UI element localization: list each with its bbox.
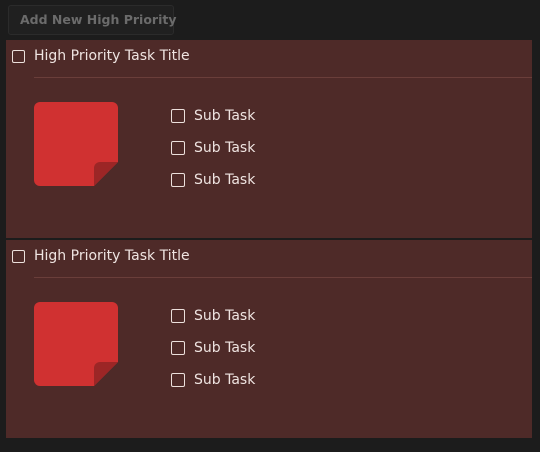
subtask-item: Sub Task bbox=[171, 172, 255, 188]
subtask-item: Sub Task bbox=[171, 372, 255, 388]
divider bbox=[34, 277, 532, 278]
subtask-label: Sub Task bbox=[194, 108, 256, 124]
task-checkbox[interactable] bbox=[12, 49, 25, 63]
subtask-label: Sub Task bbox=[194, 140, 256, 156]
task-title: High Priority Task Title bbox=[34, 248, 190, 264]
task-header: High Priority Task Title bbox=[12, 247, 190, 265]
sticky-note-icon bbox=[34, 102, 118, 186]
subtask-list: Sub Task Sub Task Sub Task bbox=[171, 108, 255, 204]
task-title: High Priority Task Title bbox=[34, 48, 190, 64]
subtask-label: Sub Task bbox=[194, 172, 256, 188]
subtask-checkbox[interactable] bbox=[171, 173, 185, 187]
subtask-item: Sub Task bbox=[171, 140, 255, 156]
subtask-checkbox[interactable] bbox=[171, 109, 185, 123]
task-card: High Priority Task Title Sub Task Sub Ta… bbox=[6, 238, 532, 438]
task-list: High Priority Task Title Sub Task Sub Ta… bbox=[6, 40, 532, 438]
subtask-item: Sub Task bbox=[171, 340, 255, 356]
subtask-checkbox[interactable] bbox=[171, 141, 185, 155]
divider bbox=[34, 77, 532, 78]
subtask-item: Sub Task bbox=[171, 108, 255, 124]
task-checkbox[interactable] bbox=[12, 249, 25, 263]
task-header: High Priority Task Title bbox=[12, 47, 190, 65]
subtask-label: Sub Task bbox=[194, 372, 256, 388]
subtask-label: Sub Task bbox=[194, 308, 256, 324]
subtask-checkbox[interactable] bbox=[171, 373, 185, 387]
task-card: High Priority Task Title Sub Task Sub Ta… bbox=[6, 40, 532, 238]
subtask-label: Sub Task bbox=[194, 340, 256, 356]
add-high-priority-button[interactable]: Add New High Priority bbox=[8, 5, 176, 35]
subtask-checkbox[interactable] bbox=[171, 341, 185, 355]
subtask-list: Sub Task Sub Task Sub Task bbox=[171, 308, 255, 404]
subtask-item: Sub Task bbox=[171, 308, 255, 324]
sticky-note-icon bbox=[34, 302, 118, 386]
subtask-checkbox[interactable] bbox=[171, 309, 185, 323]
